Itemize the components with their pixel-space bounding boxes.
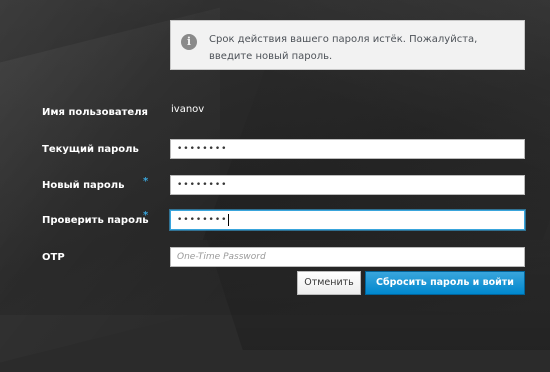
username-label: Имя пользователя xyxy=(42,107,148,118)
text-cursor xyxy=(228,214,230,226)
confirm-password-label: Проверить пароль xyxy=(42,215,149,226)
otp-field[interactable]: One-Time Password xyxy=(170,247,525,267)
current-password-mask: •••••••• xyxy=(177,144,228,154)
new-password-label: Новый пароль xyxy=(42,180,125,191)
current-password-field[interactable]: •••••••• xyxy=(170,139,525,159)
info-icon: i xyxy=(181,34,197,50)
reset-password-and-login-button[interactable]: Сбросить пароль и войти xyxy=(365,271,525,295)
confirm-password-field[interactable]: •••••••• xyxy=(170,210,525,230)
confirm-password-mask: •••••••• xyxy=(177,215,228,225)
required-marker: * xyxy=(143,176,149,187)
otp-placeholder: One-Time Password xyxy=(177,252,266,262)
password-expired-alert: i Срок действия вашего пароля истёк. Пож… xyxy=(170,20,525,70)
required-marker: * xyxy=(143,210,149,221)
new-password-mask: •••••••• xyxy=(177,180,228,190)
otp-label: OTP xyxy=(42,252,65,263)
new-password-field[interactable]: •••••••• xyxy=(170,175,525,195)
current-password-label: Текущий пароль xyxy=(42,144,139,155)
username-value: ivanov xyxy=(171,104,205,115)
alert-message: Срок действия вашего пароля истёк. Пожал… xyxy=(209,34,478,62)
cancel-button[interactable]: Отменить xyxy=(297,271,361,295)
